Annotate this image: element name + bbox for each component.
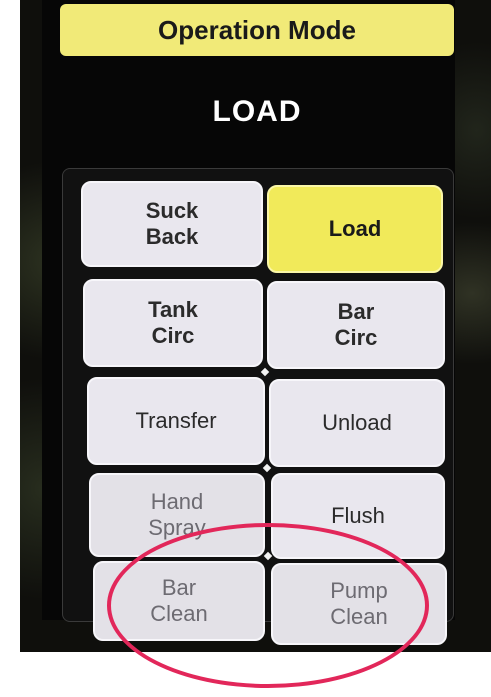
operation-mode-title: Operation Mode — [60, 4, 454, 56]
transfer-button[interactable]: Transfer — [87, 377, 265, 465]
bar-circ-button[interactable]: Bar Circ — [267, 281, 445, 369]
unload-button[interactable]: Unload — [269, 379, 445, 467]
load-button[interactable]: Load — [267, 185, 443, 273]
suck-back-button[interactable]: Suck Back — [81, 181, 263, 267]
highlight-circle-annotation — [107, 523, 429, 688]
grid-separator-dot — [262, 463, 272, 473]
grid-separator-dot — [260, 367, 270, 377]
current-mode-display: LOAD — [212, 95, 302, 128]
tank-circ-button[interactable]: Tank Circ — [83, 279, 263, 367]
